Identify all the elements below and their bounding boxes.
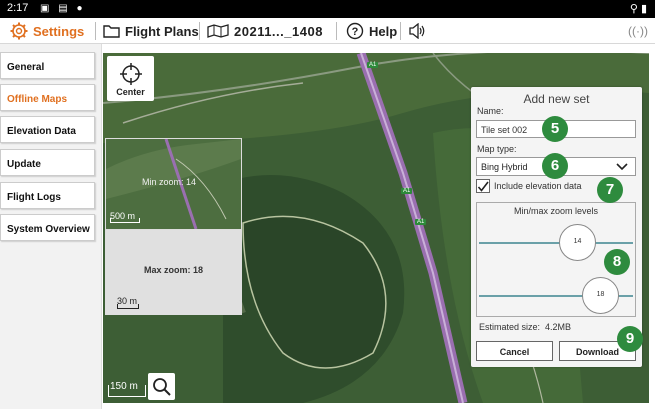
map-type-label: Map type:: [477, 144, 517, 154]
sidebar-item-flight-logs[interactable]: Flight Logs: [0, 182, 95, 209]
toolbar-divider: [336, 22, 337, 40]
toolbar-divider: [95, 22, 96, 40]
settings-sidebar: General Offline Maps Elevation Data Upda…: [0, 44, 102, 409]
scale-bar: [110, 218, 140, 223]
svg-text:?: ?: [352, 26, 359, 38]
panel-title: Add new set: [523, 92, 590, 106]
sidebar-item-label: Update: [7, 159, 41, 170]
toolbar-divider: [400, 22, 401, 40]
search-icon: [153, 378, 171, 396]
sidebar-item-elevation-data[interactable]: Elevation Data: [0, 116, 95, 143]
min-zoom-knob[interactable]: 14: [559, 224, 596, 261]
crosshair-icon: [120, 63, 142, 85]
settings-tab[interactable]: Settings: [10, 18, 84, 44]
chevron-down-icon: [616, 163, 628, 171]
center-label: Center: [116, 87, 145, 97]
estimated-size-value: 4.2MB: [545, 322, 572, 332]
callout-badge: 5: [542, 116, 568, 142]
center-button[interactable]: Center: [107, 56, 154, 101]
scale-bar: [108, 385, 146, 397]
search-button[interactable]: [148, 373, 175, 400]
current-file-label: 20211..._1408: [234, 23, 323, 39]
estimated-size: Estimated size: 4.2MB: [479, 322, 571, 332]
signal-icon: ((·)): [628, 24, 648, 38]
callout-badge: 8: [604, 249, 630, 275]
current-file-tab[interactable]: 20211..._1408: [207, 18, 323, 44]
flight-plans-label: Flight Plans: [125, 23, 199, 39]
min-zoom-preview: Min zoom: 14 500 m: [105, 138, 242, 230]
road-label: A1: [367, 62, 379, 68]
map-type-value: Bing Hybrid: [481, 162, 528, 172]
gear-icon: [10, 22, 28, 40]
zoom-levels-label: Min/max zoom levels: [513, 206, 599, 216]
road-label: A1: [415, 219, 427, 225]
road-label: A1: [401, 188, 413, 194]
status-bar: 2:17 ▣ ▤ ● ⚲ ▮: [0, 0, 655, 18]
min-zoom-label: Min zoom: 14: [142, 177, 197, 187]
map-file-icon: [207, 24, 229, 38]
sidebar-item-update[interactable]: Update: [0, 149, 95, 176]
notification-icons: ▣ ▤ ●: [40, 3, 86, 14]
sidebar-item-label: Flight Logs: [7, 192, 61, 203]
status-time: 2:17: [7, 2, 29, 14]
checkmark-icon: [477, 181, 489, 192]
help-icon: ?: [346, 22, 364, 40]
include-elevation-label: Include elevation data: [494, 181, 582, 191]
toolbar-divider: [199, 22, 200, 40]
min-zoom-slider[interactable]: [479, 242, 633, 244]
max-zoom-label: Max zoom: 18: [143, 265, 203, 275]
help-tab[interactable]: ? Help: [346, 18, 397, 44]
sidebar-item-label: General: [7, 62, 45, 73]
location-battery-icons: ⚲ ▮: [629, 3, 647, 15]
speaker-icon: [409, 23, 425, 39]
estimated-size-label: Estimated size:: [479, 322, 541, 332]
sidebar-item-label: Offline Maps: [7, 94, 68, 105]
flight-plans-tab[interactable]: Flight Plans: [103, 18, 199, 44]
callout-badge: 6: [542, 153, 568, 179]
max-zoom-preview: Max zoom: 18 30 m: [105, 230, 242, 315]
settings-label: Settings: [33, 23, 85, 39]
top-toolbar: Settings Flight Plans 20211..._1408 ? He…: [0, 18, 655, 44]
sidebar-item-offline-maps[interactable]: Offline Maps: [0, 84, 95, 111]
name-label: Name:: [477, 106, 504, 116]
scale-bar: [117, 304, 139, 309]
sidebar-item-general[interactable]: General: [0, 52, 95, 79]
include-elevation-checkbox[interactable]: [476, 179, 490, 193]
max-zoom-knob[interactable]: 18: [582, 277, 619, 314]
sidebar-item-label: System Overview: [7, 224, 90, 235]
sidebar-item-system-overview[interactable]: System Overview: [0, 214, 95, 241]
callout-badge: 9: [617, 326, 643, 352]
cancel-button[interactable]: Cancel: [476, 341, 553, 361]
sidebar-item-label: Elevation Data: [7, 126, 76, 137]
sound-button[interactable]: [408, 18, 431, 44]
callout-badge: 7: [597, 177, 623, 203]
help-label: Help: [369, 23, 398, 39]
folder-icon: [103, 25, 120, 38]
